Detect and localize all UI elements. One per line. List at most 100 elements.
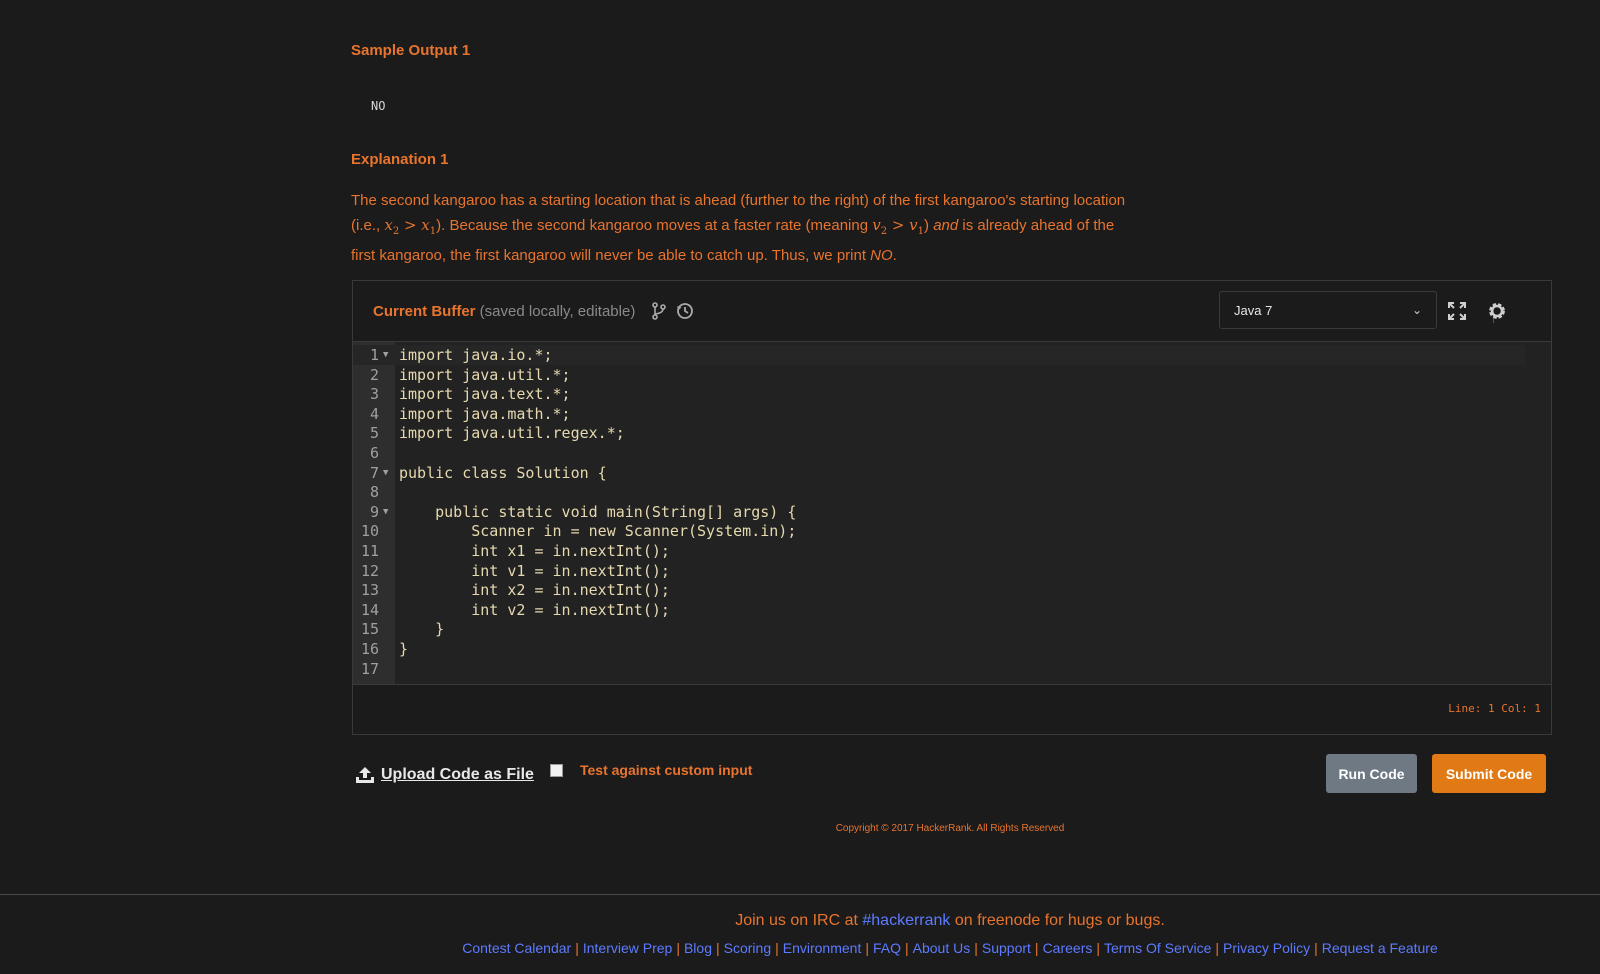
code-line[interactable]: 6 [353, 443, 1525, 463]
custom-input-checkbox[interactable] [550, 763, 563, 777]
line-number: 7 [369, 463, 379, 482]
language-select-value: Java 7 [1234, 302, 1273, 318]
footer-link[interactable]: Blog [684, 940, 712, 956]
code-line[interactable]: 1 ▼ import java.io.*; [353, 345, 1525, 365]
branch-icon[interactable] [649, 301, 669, 321]
code-text: import java.text.*; [399, 385, 571, 404]
code-text: int v2 = in.nextInt(); [399, 600, 670, 619]
code-text: import java.util.regex.*; [399, 424, 625, 443]
code-line[interactable]: 11 int x1 = in.nextInt(); [353, 541, 1525, 561]
explanation-text: The second kangaroo has a starting locat… [351, 192, 1126, 264]
line-number: 12 [360, 561, 379, 580]
irc-notice: Join us on IRC at #hackerrank on freenod… [735, 912, 1165, 929]
copyright: Copyright © 2017 HackerRank. All Rights … [835, 823, 1065, 834]
link-separator: | [974, 940, 978, 956]
fold-arrow-icon[interactable]: ▼ [383, 463, 388, 483]
run-code-button[interactable]: Run Code [1326, 754, 1417, 793]
code-line[interactable]: 9 ▼ public static void main(String[] args… [353, 502, 1525, 522]
footer-link[interactable]: Interview Prep [583, 940, 672, 956]
custom-input-label: Test against custom input [580, 762, 753, 778]
code-line[interactable]: 4 import java.math.*; [353, 404, 1525, 424]
code-line[interactable]: 8 [353, 482, 1525, 502]
code-line[interactable]: 13 int x2 = in.nextInt(); [353, 580, 1525, 600]
irc-channel-link[interactable]: #hackerrank [862, 912, 950, 929]
footer-link[interactable]: Support [982, 940, 1031, 956]
link-separator: | [1096, 940, 1100, 956]
code-text: int x1 = in.nextInt(); [399, 542, 670, 560]
code-line[interactable]: 7 ▼ public class Solution { [353, 463, 1525, 483]
language-select[interactable]: Java 7 ⌄ [1219, 291, 1437, 329]
gear-icon[interactable] [1487, 301, 1507, 321]
link-separator: | [775, 940, 779, 956]
line-number: 9 [369, 502, 379, 521]
chevron-down-icon: ⌄ [1411, 303, 1422, 317]
code-text: Scanner in = new Scanner(System.in); [399, 522, 797, 541]
line-number: 8 [369, 483, 379, 502]
code-line[interactable]: 14 int v2 = in.nextInt(); [353, 600, 1525, 620]
link-separator: | [676, 940, 680, 956]
code-line[interactable]: 17 [353, 659, 1525, 679]
code-line[interactable]: 15 } [353, 619, 1525, 639]
footer-link[interactable]: Terms Of Service [1104, 940, 1211, 956]
code-text: import java.util.*; [399, 365, 571, 384]
line-number: 10 [360, 522, 379, 541]
line-number: 11 [360, 542, 379, 560]
line-number: 16 [360, 640, 379, 658]
fullscreen-icon[interactable] [1447, 301, 1467, 321]
buffer-title: Current Buffer (saved locally, editable) [373, 303, 636, 320]
code-line[interactable]: 3 import java.text.*; [353, 384, 1525, 404]
line-number: 14 [360, 600, 379, 619]
link-separator: | [716, 940, 720, 956]
link-separator: | [575, 940, 579, 956]
code-area[interactable]: 1 ▼ import java.io.*; 2 import java.util.*; 3… [353, 342, 1551, 685]
explanation-title: Explanation 1 [351, 151, 449, 168]
link-separator: | [905, 940, 909, 956]
code-text: public static void main(String[] args) { [399, 502, 797, 521]
code-text: int x2 = in.nextInt(); [399, 581, 670, 600]
cursor-position: Line: 1 Col: 1 [1448, 702, 1541, 715]
upload-icon [356, 767, 374, 783]
footer-link[interactable]: Request a Feature [1322, 940, 1438, 956]
upload-code-button[interactable]: Upload Code as File [355, 766, 534, 784]
code-text: import java.io.*; [399, 346, 553, 364]
custom-input-toggle[interactable]: Test against custom input [550, 762, 752, 778]
sample-output-value: NO [371, 99, 386, 113]
line-number: 3 [369, 385, 379, 404]
code-text: } [399, 640, 409, 658]
truncated-content: · · · · [372, 0, 444, 6]
code-line[interactable]: 5 import java.util.regex.*; [353, 423, 1525, 443]
upload-code-label: Upload Code as File [381, 766, 534, 783]
code-text: } [399, 620, 445, 639]
code-text: public class Solution { [399, 463, 607, 482]
link-separator: | [1314, 940, 1318, 956]
line-number: 17 [360, 659, 379, 678]
fold-arrow-icon[interactable]: ▼ [383, 345, 388, 365]
fold-arrow-icon[interactable]: ▼ [383, 502, 388, 522]
code-line[interactable]: 10 Scanner in = new Scanner(System.in); [353, 521, 1525, 541]
footer-link[interactable]: Careers [1043, 940, 1093, 956]
footer-divider [0, 894, 1600, 895]
footer-link[interactable]: Privacy Policy [1223, 940, 1310, 956]
code-line[interactable]: 2 import java.util.*; [353, 365, 1525, 385]
code-line[interactable]: 16} [353, 639, 1525, 659]
code-text: import java.math.*; [399, 404, 571, 423]
line-number: 5 [369, 424, 379, 443]
code-editor-panel: Current Buffer (saved locally, editable)… [352, 280, 1552, 735]
line-number: 2 [369, 365, 379, 384]
footer-link[interactable]: FAQ [873, 940, 901, 956]
footer-link[interactable]: About Us [913, 940, 971, 956]
footer-link[interactable]: Contest Calendar [462, 940, 571, 956]
link-separator: | [1034, 940, 1039, 956]
code-text: int v1 = in.nextInt(); [399, 561, 670, 580]
line-number: 1 [369, 346, 379, 364]
sample-output-title: Sample Output 1 [351, 42, 471, 59]
link-separator: | [1215, 940, 1219, 956]
code-line[interactable]: 12 int v1 = in.nextInt(); [353, 561, 1525, 581]
submit-code-button[interactable]: Submit Code [1432, 754, 1546, 793]
line-number: 13 [360, 581, 379, 600]
footer-link[interactable]: Environment [783, 940, 862, 956]
footer-links: Contest Calendar | Interview Prep | Blog | Sco… [0, 940, 1600, 956]
footer-link[interactable]: Scoring [724, 940, 771, 956]
line-number: 6 [369, 444, 379, 462]
history-icon[interactable] [675, 301, 695, 321]
